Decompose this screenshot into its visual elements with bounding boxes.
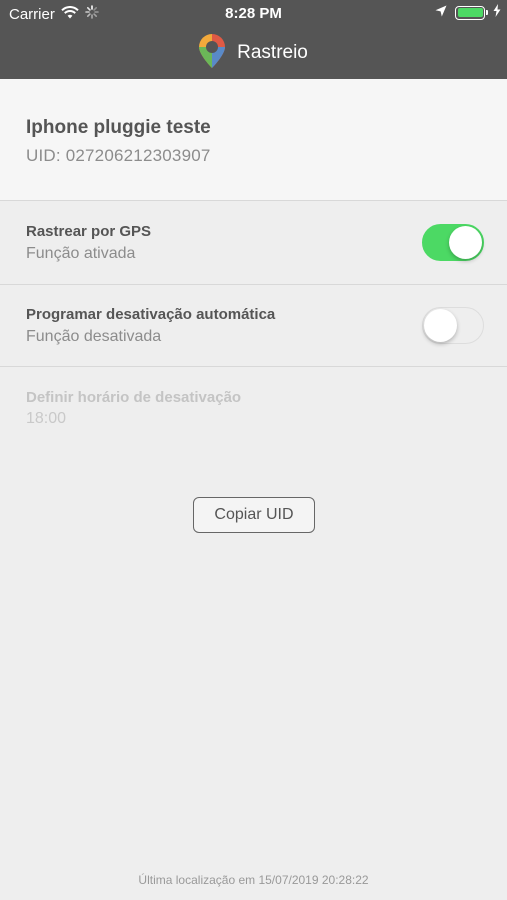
battery-icon: [455, 5, 488, 20]
map-pin-logo-icon: [199, 33, 226, 73]
charging-bolt-icon: [493, 4, 501, 21]
app-title: Rastreio: [237, 42, 308, 63]
auto-disable-toggle[interactable]: [422, 307, 484, 344]
status-time: 8:28 PM: [225, 5, 282, 22]
device-card: Iphone pluggie teste UID: 02720621230390…: [0, 79, 507, 201]
gps-tracking-status: Função ativada: [26, 245, 136, 262]
auto-disable-title: Programar desativação automática: [26, 306, 276, 323]
copy-uid-button[interactable]: Copiar UID: [193, 497, 315, 533]
status-right: [435, 4, 501, 21]
gps-tracking-title: Rastrear por GPS: [26, 223, 152, 240]
nav-title-bar: Rastreio: [0, 33, 507, 73]
disable-time-row: Definir horário de desativação 18:00: [0, 367, 507, 450]
disable-time-value: 18:00: [26, 410, 67, 427]
device-name: Iphone pluggie teste: [26, 117, 211, 138]
battery-level: [457, 8, 483, 17]
last-location-footer: Última localização em 15/07/2019 20:28:2…: [138, 873, 369, 887]
disable-time-title: Definir horário de desativação: [26, 389, 242, 406]
device-uid: UID: 027206212303907: [26, 146, 211, 165]
toggle-knob: [424, 309, 457, 342]
gps-tracking-toggle[interactable]: [422, 224, 484, 261]
auto-disable-row: Programar desativação automática Função …: [0, 284, 507, 367]
top-bar: Carrier 8:28 PM Rastreio: [0, 0, 507, 79]
status-bar: Carrier 8:28 PM: [0, 0, 507, 28]
gps-tracking-row: Rastrear por GPS Função ativada: [0, 201, 507, 284]
auto-disable-status: Função desativada: [26, 328, 162, 345]
location-arrow-icon: [435, 4, 447, 21]
toggle-knob: [449, 226, 482, 259]
